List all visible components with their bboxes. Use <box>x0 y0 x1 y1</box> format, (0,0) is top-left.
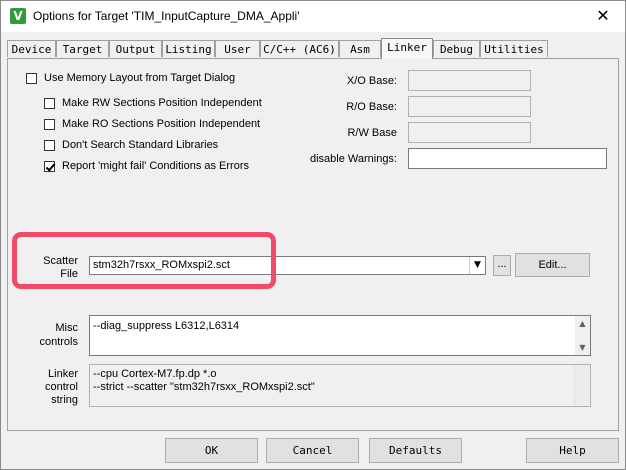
keil-app-icon: V <box>10 8 26 24</box>
scatter-label-line1: Scatter <box>43 255 78 267</box>
tab-device[interactable]: Device <box>7 40 56 57</box>
linker-panel: Use Memory Layout from Target Dialog Mak… <box>7 58 619 431</box>
misc-controls-textarea[interactable]: --diag_suppress L6312,L6314 ▲ ▼ <box>89 315 591 356</box>
ro-base-field[interactable] <box>408 96 531 117</box>
dont-search-std-checkbox[interactable] <box>44 140 55 151</box>
title-bar: V Options for Target 'TIM_InputCapture_D… <box>1 1 625 32</box>
xo-base-label: X/O Base: <box>346 75 397 87</box>
scatter-file-label: Scatter File <box>18 255 78 281</box>
xo-base-field[interactable] <box>408 70 531 91</box>
linker-label-line3: string <box>51 394 78 406</box>
use-memory-layout-checkbox[interactable] <box>26 73 37 84</box>
tab-user[interactable]: User <box>215 40 260 57</box>
linker-string-scrollbar[interactable] <box>574 365 590 406</box>
dont-search-std-label: Don't Search Standard Libraries <box>62 139 219 151</box>
disable-warnings-field[interactable] <box>408 148 607 169</box>
scroll-down-icon[interactable]: ▼ <box>575 340 590 355</box>
misc-controls-value: --diag_suppress L6312,L6314 <box>93 320 240 332</box>
tab-target[interactable]: Target <box>56 40 109 57</box>
options-dialog: V Options for Target 'TIM_InputCapture_D… <box>0 0 626 470</box>
tab-cpp-ac6[interactable]: C/C++ (AC6) <box>260 40 339 57</box>
edit-scatter-button[interactable]: Edit... <box>515 253 590 277</box>
tab-utilities[interactable]: Utilities <box>480 40 548 57</box>
scatter-file-combobox[interactable]: stm32h7rsxx_ROMxspi2.sct ▼ <box>89 256 486 275</box>
misc-controls-label: Misc controls <box>18 321 78 349</box>
ok-button[interactable]: OK <box>165 438 258 463</box>
tab-linker[interactable]: Linker <box>381 38 433 59</box>
misc-label-line1: Misc <box>55 322 78 334</box>
close-icon[interactable]: ✕ <box>593 6 613 26</box>
tab-listing[interactable]: Listing <box>162 40 215 57</box>
tab-asm[interactable]: Asm <box>339 40 381 57</box>
linker-label-line1: Linker <box>48 368 78 380</box>
window-title: Options for Target 'TIM_InputCapture_DMA… <box>33 9 300 23</box>
help-button[interactable]: Help <box>526 438 619 463</box>
misc-label-line2: controls <box>39 336 78 348</box>
linker-label-line2: control <box>44 381 78 393</box>
linker-string-line1: --cpu Cortex-M7.fp.dp *.o <box>93 368 217 380</box>
linker-string-line2: --strict --scatter "stm32h7rsxx_ROMxspi2… <box>93 381 315 393</box>
might-fail-errors-label: Report 'might fail' Conditions as Errors <box>62 160 249 172</box>
cancel-button[interactable]: Cancel <box>266 438 359 463</box>
defaults-button[interactable]: Defaults <box>369 438 462 463</box>
linker-control-string-label: Linker control string <box>18 368 78 407</box>
dialog-footer: OK Cancel Defaults Help <box>1 433 625 469</box>
tab-debug[interactable]: Debug <box>433 40 480 57</box>
tab-output[interactable]: Output <box>109 40 162 57</box>
scatter-file-value: stm32h7rsxx_ROMxspi2.sct <box>93 259 230 271</box>
might-fail-errors-checkbox[interactable] <box>44 161 55 172</box>
rw-base-label: R/W Base <box>347 127 397 139</box>
ro-base-label: R/O Base: <box>346 101 397 113</box>
use-memory-layout-label: Use Memory Layout from Target Dialog <box>44 72 236 84</box>
misc-scrollbar[interactable]: ▲ ▼ <box>575 316 590 355</box>
rw-base-field[interactable] <box>408 122 531 143</box>
linker-control-string-box[interactable]: --cpu Cortex-M7.fp.dp *.o --strict --sca… <box>89 364 591 407</box>
chevron-down-icon[interactable]: ▼ <box>469 257 485 274</box>
scroll-up-icon[interactable]: ▲ <box>575 316 590 331</box>
tab-strip: Device Target Output Listing User C/C++ … <box>7 38 621 59</box>
ro-independent-label: Make RO Sections Position Independent <box>62 118 261 130</box>
rw-independent-checkbox[interactable] <box>44 98 55 109</box>
browse-scatter-button[interactable]: ... <box>493 255 511 276</box>
scatter-label-line2: File <box>60 268 78 280</box>
disable-warnings-label: disable Warnings: <box>309 153 397 165</box>
rw-independent-label: Make RW Sections Position Independent <box>62 97 262 109</box>
ro-independent-checkbox[interactable] <box>44 119 55 130</box>
